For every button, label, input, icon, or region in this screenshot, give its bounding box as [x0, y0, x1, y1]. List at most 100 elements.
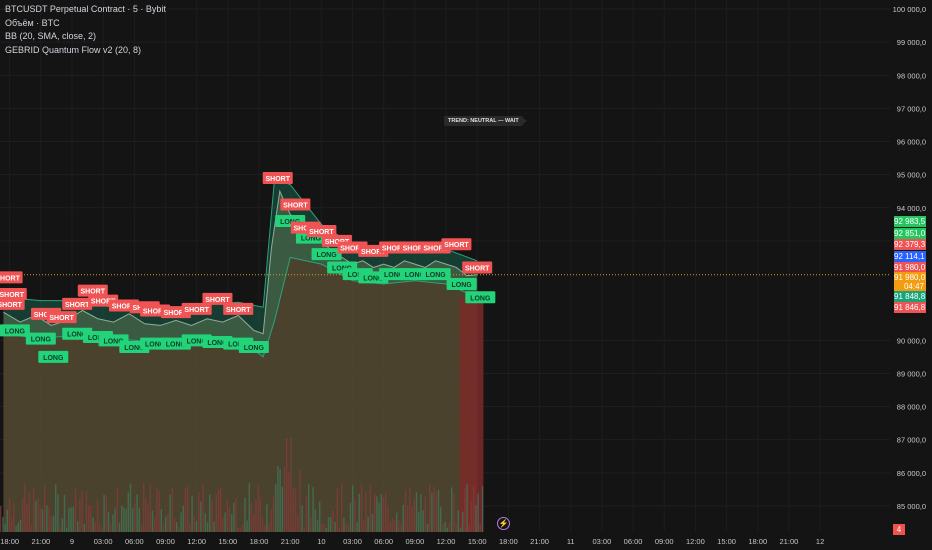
lightning-icon[interactable]: ⚡	[497, 517, 510, 530]
volume-bar	[330, 517, 332, 532]
short-signal-label: SHORT	[49, 315, 74, 322]
volume-bar	[202, 484, 204, 532]
legend-bollinger[interactable]: BB (20, SMA, close, 2)	[5, 30, 166, 44]
volume-bar	[442, 523, 444, 532]
volume-bar	[404, 490, 407, 532]
alert-count-badge[interactable]: 4	[893, 524, 905, 535]
volume-bar	[481, 486, 484, 532]
volume-bar	[286, 438, 288, 532]
volume-bar	[134, 503, 136, 532]
volume-bar	[473, 486, 475, 532]
volume-bar	[420, 494, 422, 532]
volume-bar	[323, 523, 325, 532]
volume-bar	[347, 523, 349, 532]
volume-bar	[2, 517, 4, 532]
y-tick-label: 88 000,0	[897, 403, 926, 412]
volume-bar	[70, 507, 72, 532]
volume-bar	[105, 495, 107, 532]
volume-bar	[191, 495, 193, 532]
volume-bar	[466, 484, 468, 532]
volume-bar	[68, 508, 70, 532]
volume-bar	[297, 515, 299, 532]
volume-bar	[121, 505, 123, 532]
volume-bar	[193, 515, 195, 532]
volume-bar	[360, 484, 363, 532]
short-signal-label: SHORT	[65, 302, 90, 309]
volume-bar	[239, 527, 242, 532]
volume-bar	[176, 522, 178, 532]
volume-bar	[13, 502, 15, 532]
volume-bar	[136, 494, 138, 532]
volume-bar	[325, 527, 327, 532]
x-tick-label: 15:00	[218, 537, 237, 546]
volume-bar	[125, 509, 127, 532]
price-chart[interactable]: LONGLONGLONGLONG LONGLONGLONG LONG LONG LONG…	[0, 0, 932, 550]
volume-bar	[213, 521, 215, 532]
volume-bar	[6, 509, 8, 532]
long-signal-label: LONG	[426, 272, 447, 279]
short-signal-label: SHORT	[283, 202, 308, 209]
volume-bar	[217, 489, 220, 532]
long-signal-label: LONG	[244, 345, 265, 352]
long-signal-label: LONG	[43, 355, 64, 362]
volume-bar	[378, 502, 380, 532]
y-tick-label: 90 000,0	[897, 336, 926, 345]
volume-bar	[250, 502, 253, 532]
volume-bar	[180, 512, 182, 532]
volume-bar	[244, 497, 246, 532]
volume-bar	[154, 517, 156, 532]
volume-bar	[253, 514, 255, 532]
legend-indicator[interactable]: GEBRID Quantum Flow v2 (20, 8)	[5, 44, 166, 58]
volume-bar	[22, 497, 24, 532]
volume-bar	[0, 505, 2, 532]
volume-bar	[272, 496, 275, 532]
volume-bar	[35, 500, 37, 532]
x-tick-label: 12:00	[686, 537, 705, 546]
volume-bar	[459, 527, 462, 532]
volume-bar	[440, 506, 442, 532]
volume-bar	[290, 437, 292, 532]
volume-bar	[314, 509, 316, 532]
volume-bar	[129, 483, 132, 532]
volume-bar	[433, 486, 435, 532]
volume-bar	[220, 488, 222, 532]
x-tick-label: 15:00	[468, 537, 487, 546]
volume-bar	[308, 484, 310, 532]
x-tick-label: 06:00	[374, 537, 393, 546]
x-tick-label: 21:00	[281, 537, 300, 546]
volume-bar	[63, 494, 66, 532]
legend-volume[interactable]: Объём · BTC	[5, 17, 166, 31]
volume-bar	[44, 485, 46, 532]
short-signal-label: SHORT	[465, 265, 490, 272]
x-tick-label: 12:00	[437, 537, 456, 546]
volume-bar	[140, 525, 143, 532]
volume-bar	[371, 513, 374, 532]
volume-bar	[96, 499, 99, 532]
x-tick-label: 03:00	[592, 537, 611, 546]
volume-bar	[316, 520, 319, 532]
volume-bar	[464, 488, 466, 532]
volume-bar	[363, 520, 365, 532]
volume-bar	[475, 505, 477, 532]
volume-bar	[294, 488, 297, 532]
x-tick-label: 09:00	[405, 537, 424, 546]
volume-bar	[215, 494, 217, 532]
volume-bar	[138, 508, 140, 532]
volume-bar	[94, 521, 96, 532]
volume-bar	[8, 498, 11, 532]
x-tick-label: 21:00	[530, 537, 549, 546]
legend-instrument[interactable]: BTCUSDT Perpetual Contract · 5 · Bybit	[5, 3, 166, 17]
volume-bar	[266, 504, 268, 532]
x-tick-label: 21:00	[31, 537, 50, 546]
volume-bar	[358, 493, 360, 532]
volume-bar	[132, 508, 134, 532]
volume-bar	[354, 498, 356, 532]
volume-bar	[11, 517, 13, 532]
volume-bar	[158, 490, 160, 532]
volume-bar	[103, 494, 105, 532]
volume-bar	[255, 499, 257, 532]
volume-bar	[349, 502, 352, 532]
volume-bar	[477, 493, 479, 532]
volume-bar	[59, 526, 61, 532]
volume-bar	[385, 492, 387, 532]
